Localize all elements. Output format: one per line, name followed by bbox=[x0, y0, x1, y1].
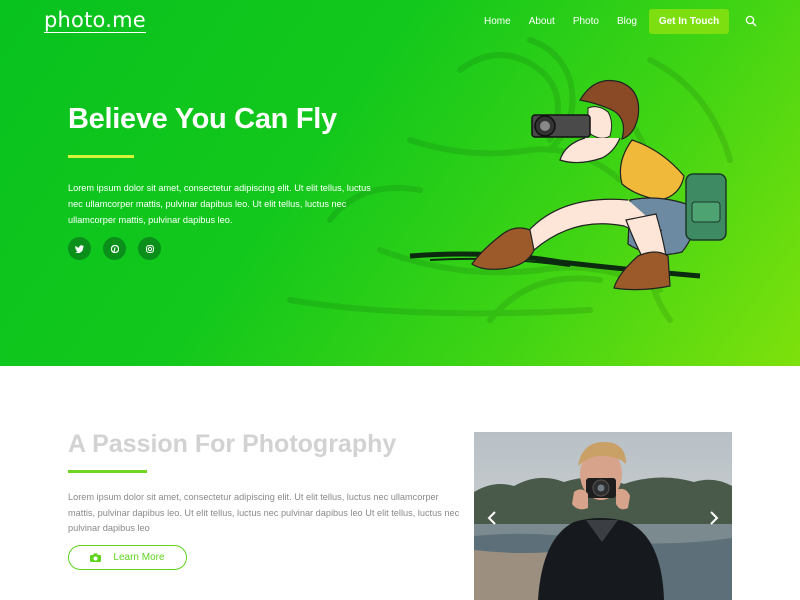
hero-description: Lorem ipsum dolor sit amet, consectetur … bbox=[68, 183, 371, 225]
get-in-touch-button[interactable]: Get In Touch bbox=[649, 9, 729, 34]
section-divider bbox=[68, 470, 147, 473]
photo-slider[interactable] bbox=[474, 432, 732, 600]
nav-blog[interactable]: Blog bbox=[617, 16, 637, 28]
camera-icon bbox=[90, 553, 102, 562]
photographer-illustration bbox=[409, 79, 727, 291]
nav-photo[interactable]: Photo bbox=[573, 16, 599, 28]
nav-about[interactable]: About bbox=[529, 16, 555, 28]
learn-more-label: Learn More bbox=[113, 552, 165, 563]
site-logo[interactable]: photo.me bbox=[44, 9, 146, 33]
main-nav: Home About Photo Blog bbox=[484, 16, 655, 28]
section-description: Lorem ipsum dolor sit amet, consectetur … bbox=[68, 492, 460, 533]
instagram-icon[interactable] bbox=[138, 237, 161, 260]
slider-prev-arrow[interactable] bbox=[486, 511, 498, 525]
twitter-icon[interactable] bbox=[68, 237, 91, 260]
search-icon[interactable] bbox=[745, 15, 757, 27]
nav-home[interactable]: Home bbox=[484, 16, 511, 28]
section-title: A Passion For Photography bbox=[68, 430, 397, 458]
learn-more-button[interactable]: Learn More bbox=[68, 545, 187, 570]
slider-next-arrow[interactable] bbox=[708, 511, 720, 525]
hero-divider bbox=[68, 155, 134, 158]
hero-title: Believe You Can Fly bbox=[68, 103, 337, 135]
social-links bbox=[68, 237, 173, 260]
pinterest-icon[interactable] bbox=[103, 237, 126, 260]
